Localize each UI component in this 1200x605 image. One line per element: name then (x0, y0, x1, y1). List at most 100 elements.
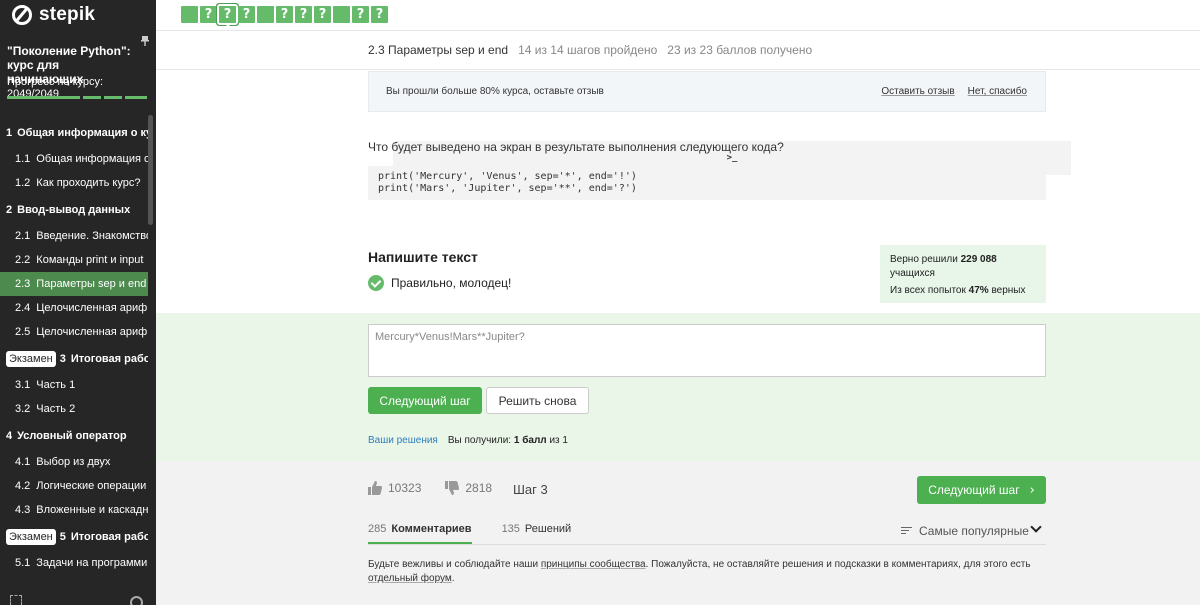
item-label: Итоговая работа... (70, 530, 148, 543)
sidebar-section[interactable]: 4 Условный оператор (0, 421, 148, 450)
rules-text: . Пожалуйста, не оставляйте решения и по… (645, 559, 1031, 570)
sidebar-item[interactable]: 4.1 Выбор из двух (0, 450, 148, 474)
tab-solutions[interactable]: 135 Решений (502, 523, 572, 544)
sidebar-item[interactable]: 2.3 Параметры sep и end (0, 272, 148, 296)
sidebar-item[interactable]: 5.1 Задачи на программир... (0, 551, 148, 575)
item-label: Общая информация о ... (36, 153, 148, 165)
top-bar: stepik ???>_>_>_????? (0, 0, 1200, 175)
sidebar-item[interactable]: 2.2 Команды print и input (0, 248, 148, 272)
logo-text: stepik (39, 4, 96, 25)
no-thanks-link[interactable]: Нет, спасибо (968, 86, 1027, 97)
item-label: Ввод-вывод данных (17, 203, 131, 216)
sidebar-item[interactable]: 4.3 Вложенные и каскадн... (0, 498, 148, 522)
tab-label: Комментариев (391, 523, 472, 535)
item-number: 1.2 (15, 177, 31, 189)
sidebar-item[interactable]: 2.5 Целочисленная арифм... (0, 320, 148, 344)
check-icon (368, 275, 384, 291)
next-step-button[interactable]: Следующий шаг (368, 387, 482, 414)
step-text-icon[interactable] (257, 6, 274, 23)
item-number: 2 (6, 203, 13, 216)
step-quiz-icon[interactable]: ? (238, 6, 255, 23)
correct-message: Правильно, молодец! (368, 275, 511, 291)
item-number: 2.1 (15, 230, 31, 242)
item-label: Общая информация о ку... (17, 126, 148, 139)
community-rules: Будьте вежливы и соблюдайте наши принцип… (368, 558, 1046, 586)
item-label: Параметры sep и end (36, 278, 147, 290)
step-quiz-icon[interactable]: ? (352, 6, 369, 23)
points-received: 23 из 23 баллов получено (667, 43, 813, 57)
separate-forum-link[interactable]: отдельный форум (368, 573, 452, 584)
sidebar-section[interactable]: 2 Ввод-вывод данных (0, 195, 148, 224)
item-number: 5 (59, 530, 66, 543)
lesson-header: 2.3 Параметры sep и end 14 из 14 шагов п… (368, 43, 812, 57)
item-number: 4 (6, 429, 13, 442)
sidebar-item[interactable]: 1.2 Как проходить курс? (0, 171, 148, 195)
step-quiz-icon[interactable]: ? (371, 6, 388, 23)
sidebar-section[interactable]: 1 Общая информация о ку... (0, 118, 148, 147)
step-quiz-icon[interactable]: ? (314, 6, 331, 23)
thumbs-down-icon[interactable] (445, 481, 460, 495)
feedback-text: Вы прошли больше 80% курса, оставьте отз… (386, 86, 604, 97)
item-number: 2.2 (15, 254, 31, 266)
sidebar-item[interactable]: 2.1 Введение. Знакомство ... (0, 224, 148, 248)
item-number: 3 (59, 352, 66, 365)
question-text: Что будет выведено на экран в результате… (368, 140, 784, 154)
tab-label: Решений (524, 523, 572, 535)
sidebar: "Поколение Python": курс для начинающих … (0, 30, 156, 605)
stats-attempts-suffix: верных (991, 285, 1026, 296)
item-number: 2.5 (15, 326, 31, 338)
step-quiz-icon[interactable]: ? (217, 4, 238, 25)
sidebar-item[interactable]: 4.2 Логические операции (0, 474, 148, 498)
gear-icon[interactable] (130, 596, 143, 605)
divider (156, 69, 1200, 70)
score-prefix: Вы получили: (447, 435, 512, 446)
answer-input[interactable]: Mercury*Venus!Mars**Jupiter? (368, 324, 1046, 377)
score-row: Ваши решения Вы получили: 1 балл из 1 (368, 435, 568, 446)
step-quiz-icon[interactable]: ? (200, 6, 217, 23)
progress-label: Прогресс по курсу: (7, 76, 104, 88)
item-number: 2.3 (15, 278, 31, 290)
sidebar-scrollbar[interactable] (148, 115, 153, 225)
rules-text: Будьте вежливы и соблюдайте наши (368, 559, 539, 570)
expand-icon[interactable] (10, 595, 22, 605)
step-label: Шаг 3 (513, 482, 548, 497)
tab-comments[interactable]: 285 Комментариев (368, 523, 472, 544)
sidebar-item[interactable]: 2.4 Целочисленная арифм... (0, 296, 148, 320)
next-step-button-bottom[interactable]: Следующий шаг › (917, 476, 1046, 504)
item-label: Как проходить курс? (36, 177, 141, 189)
retry-button[interactable]: Решить снова (486, 387, 589, 414)
sidebar-item[interactable]: 1.1 Общая информация о ... (0, 147, 148, 171)
step-quiz-icon[interactable]: ? (276, 6, 293, 23)
exam-badge: Экзамен (6, 528, 56, 545)
code-line: print('Mercury', 'Venus', sep='*', end='… (378, 171, 637, 182)
item-label: Логические операции (36, 480, 147, 492)
code-block: print('Mercury', 'Venus', sep='*', end='… (368, 166, 1046, 200)
step-text-icon[interactable] (333, 6, 350, 23)
item-label: Выбор из двух (36, 456, 111, 468)
sidebar-section[interactable]: Экзамен3 Итоговая работа... (0, 344, 148, 373)
next-step-label: Следующий шаг (928, 483, 1020, 497)
logo[interactable]: stepik (0, 0, 156, 30)
leave-review-link[interactable]: Оставить отзыв (881, 86, 954, 97)
step-quiz-icon[interactable]: ? (295, 6, 312, 23)
divider (368, 544, 1046, 545)
sidebar-footer (10, 593, 146, 605)
sidebar-section[interactable]: Экзамен5 Итоговая работа... (0, 522, 148, 551)
item-label: Целочисленная арифм... (36, 326, 148, 338)
feedback-banner: Вы прошли больше 80% курса, оставьте отз… (368, 71, 1046, 112)
item-label: Итоговая работа... (70, 352, 148, 365)
thumbs-up-icon[interactable] (368, 481, 382, 495)
item-number: 4.3 (15, 504, 31, 516)
sidebar-item[interactable]: 3.1 Часть 1 (0, 373, 148, 397)
tab-count: 135 (501, 523, 520, 535)
item-number: 4.1 (15, 456, 31, 468)
answer-title: Напишите текст (368, 249, 478, 265)
pin-icon[interactable] (141, 36, 149, 46)
sidebar-item[interactable]: 3.2 Часть 2 (0, 397, 148, 421)
score-value: 1 балл (513, 435, 547, 446)
score-suffix: из 1 (549, 435, 568, 446)
community-principles-link[interactable]: принципы сообщества (541, 559, 646, 570)
sort-dropdown[interactable]: Самые популярные (901, 524, 1029, 538)
step-text-icon[interactable] (181, 6, 198, 23)
your-solutions-link[interactable]: Ваши решения (368, 435, 438, 446)
